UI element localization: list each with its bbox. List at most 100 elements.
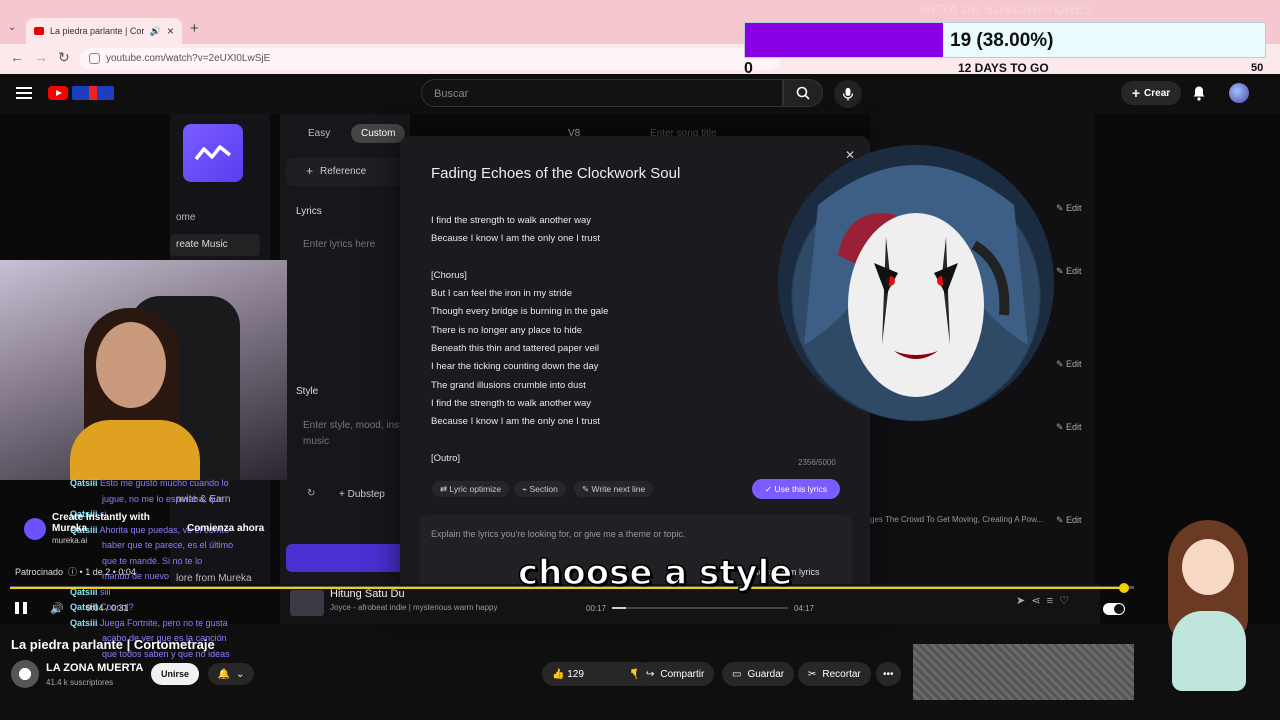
chat-text: haber que te parece, es el último — [102, 540, 234, 550]
chat-text: Juega Fortnite, pero no te gusta — [100, 617, 228, 628]
url-text: youtube.com/watch?v=2eUXI0LwSjE — [106, 53, 271, 64]
ad-title-line1: Create Instantly with — [52, 512, 150, 523]
lyric-line: There is no longer any place to hide — [431, 324, 583, 336]
bell-icon: 🔔 — [217, 668, 231, 680]
dubstep-tag[interactable]: + Dubstep — [339, 489, 385, 500]
mureka-logo — [183, 124, 243, 182]
site-info-icon[interactable] — [89, 53, 100, 64]
search-icon — [796, 86, 810, 100]
video-time: 0:04 / 0:31 — [86, 603, 129, 613]
country-flag-icon — [72, 86, 114, 100]
pause-icon[interactable] — [15, 602, 27, 614]
dubstep-label: Dubstep — [347, 489, 385, 500]
edit-button[interactable]: ✎ Edit — [1056, 515, 1082, 526]
channel-avatar[interactable] — [11, 660, 39, 688]
browser-tab-active[interactable]: La piedra parlante | Corton 🔊 × — [26, 18, 182, 44]
style-input[interactable]: Enter style, mood, inst — [303, 420, 402, 431]
mureka-wave-icon — [194, 145, 232, 161]
goal-days: 12 DAYS TO GO — [958, 61, 1049, 75]
create-button[interactable]: + Crear — [1121, 81, 1181, 105]
lyric-optimize-button[interactable]: ⇄ Lyric optimize — [432, 481, 510, 497]
tab-easy[interactable]: Easy — [298, 124, 340, 143]
account-avatar[interactable] — [1229, 83, 1249, 103]
edit-button[interactable]: ✎ Edit — [1056, 266, 1082, 277]
back-icon[interactable]: ← — [10, 49, 24, 65]
lyric-line: [Outro] — [431, 452, 461, 464]
clown-face-image — [804, 165, 1028, 397]
notifications-button[interactable] — [1192, 85, 1206, 106]
forward-icon[interactable]: → — [34, 49, 48, 65]
ad-cta-button[interactable]: Comienza ahora — [187, 523, 264, 534]
new-tab-button[interactable]: + — [190, 20, 199, 37]
share-button[interactable]: ↪ Compartir — [636, 662, 715, 686]
video-title: La piedra parlante | Cortometraje — [11, 637, 215, 652]
edit-button[interactable]: ✎ Edit — [1056, 203, 1082, 214]
use-lyrics-label: Use this lyrics — [774, 484, 827, 494]
menu-create-music[interactable]: reate Music — [170, 234, 260, 256]
lyrics-input[interactable]: Enter lyrics here — [303, 239, 375, 250]
tab-custom[interactable]: Custom — [351, 124, 406, 143]
edit-button[interactable]: ✎ Edit — [1056, 422, 1082, 433]
bell-icon — [1193, 86, 1205, 101]
youtube-logo[interactable] — [48, 86, 68, 100]
song-progress-fill — [612, 607, 627, 609]
write-next-line-button[interactable]: ✎ Write next line — [574, 481, 654, 497]
more-actions-button[interactable]: ••• — [876, 662, 901, 686]
song-progress-bar[interactable] — [612, 607, 788, 609]
streamer-face — [96, 322, 166, 408]
overlay-noise-panel — [913, 644, 1134, 700]
bookmark-icon: ▭ — [732, 668, 742, 680]
save-button[interactable]: ▭ Guardar — [722, 662, 795, 686]
autoplay-toggle[interactable] — [1103, 603, 1125, 615]
menu-home[interactable]: ome — [176, 212, 195, 223]
channel-name[interactable]: LA ZONA MUERTA — [46, 662, 143, 674]
lyric-line: The grand illusions crumble into dust — [431, 379, 586, 391]
chat-username: Qatsiii — [70, 478, 98, 488]
section-button[interactable]: ⌁ Section — [514, 481, 566, 497]
lyric-optimize-label: Lyric optimize — [449, 484, 502, 494]
use-lyrics-button[interactable]: ✓ Use this lyrics — [752, 479, 840, 499]
create-song-button[interactable] — [286, 544, 406, 572]
refresh-icon[interactable]: ↻ — [307, 488, 315, 499]
join-button[interactable]: Unirse — [151, 663, 199, 685]
subscription-bell-button[interactable]: 🔔 ⌄ — [208, 663, 254, 685]
video-scrubber-handle[interactable] — [1119, 583, 1129, 593]
reference-label: Reference — [320, 166, 367, 177]
chat-text: que te mandé. Si no te lo — [102, 555, 203, 566]
song-thumbnail[interactable] — [290, 590, 324, 616]
url-field[interactable]: youtube.com/watch?v=2eUXI0LwSjE — [80, 48, 780, 70]
close-tab-icon[interactable]: × — [167, 24, 174, 38]
song-actions[interactable]: ➤ ⋖ ≡ ♡ — [1016, 594, 1069, 607]
lyrics-text[interactable]: I find the strength to walk another way B… — [431, 212, 608, 468]
song-meta: Joyce - afrobeat indie | mysterious warm… — [330, 603, 498, 612]
search-input[interactable]: Buscar — [421, 79, 783, 107]
video-subtitle: choose a style — [517, 552, 793, 594]
clip-button[interactable]: ✂ Recortar — [798, 662, 871, 686]
style-label: Style — [296, 386, 319, 397]
lyric-line: Beneath this thin and tattered paper vei… — [431, 343, 599, 355]
search-button[interactable] — [783, 79, 823, 107]
edit-button[interactable]: ✎ Edit — [1056, 359, 1082, 370]
lyrics-prompt-input[interactable]: Explain the lyrics you're looking for, o… — [431, 529, 685, 539]
reference-button[interactable]: + Reference — [286, 158, 406, 186]
voice-search-button[interactable] — [834, 80, 862, 108]
tab-search-icon[interactable]: ⌄ — [8, 22, 16, 33]
like-button[interactable]: 👍 129 — [552, 669, 584, 680]
modal-title: Fading Echoes of the Clockwork Soul — [431, 165, 681, 182]
goal-value: 19 (38.00%) — [950, 30, 1054, 51]
sponsored-label: Patrocinado ⓘ • 1 de 2 • 0:04 — [15, 567, 136, 577]
clip-label: Recortar — [822, 668, 861, 680]
lyric-line — [431, 432, 608, 450]
volume-icon[interactable]: 🔊 — [50, 602, 64, 615]
ad-logo[interactable] — [24, 518, 46, 540]
reload-icon[interactable]: ↻ — [58, 49, 70, 66]
song-title[interactable]: Hitung Satu Du — [330, 588, 405, 600]
ad-count: 1 de 2 — [85, 567, 111, 577]
ad-title-line2: Mureka — [52, 523, 88, 534]
ad-title[interactable]: Create Instantly with Mureka — [52, 512, 150, 534]
lyric-line — [431, 249, 608, 267]
chat-message: haber que te parece, es el último — [70, 538, 260, 554]
chat-username: Qatsiii — [70, 617, 98, 628]
lyric-line: I find the strength to walk another way — [431, 215, 592, 226]
menu-icon[interactable] — [16, 87, 32, 99]
